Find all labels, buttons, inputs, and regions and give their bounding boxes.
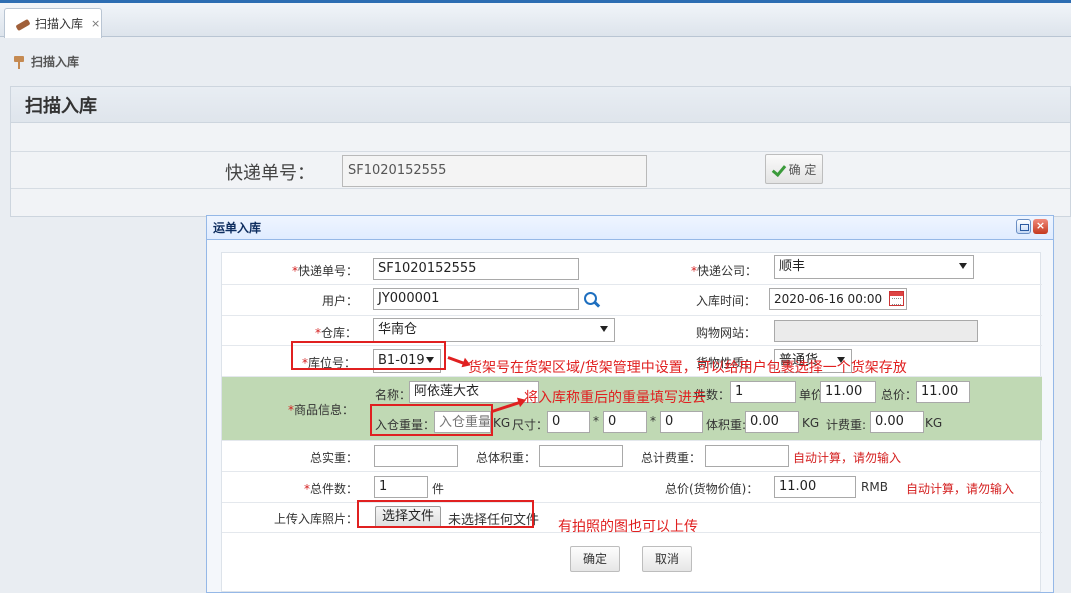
calendar-icon[interactable] (889, 291, 904, 306)
multiply-sign: * (650, 414, 656, 428)
dialog-form: *快递单号： SF1020152555 *快递公司： 顺丰 用户： JY0000… (221, 252, 1042, 592)
breadcrumb: 扫描入库 (12, 53, 79, 70)
package-icon (15, 17, 31, 31)
annotation-box-shelf (291, 341, 446, 370)
upload-photo-label: 上传入库照片： (274, 512, 359, 526)
volume-weight-input[interactable]: 0.00 (745, 411, 799, 433)
tab-label: 扫描入库 (35, 17, 84, 31)
express-company-label: *快递公司： (691, 264, 758, 278)
total-price-input[interactable]: 11.00 (916, 381, 970, 403)
dialog-title: 运单入库 (213, 221, 262, 235)
annotation-photo-note: 有拍照的图也可以上传 (558, 519, 698, 535)
check-icon (772, 163, 786, 175)
annotation-box-photo (357, 500, 534, 528)
dialog-tools: × (1016, 219, 1048, 234)
total-volume-weight-input[interactable] (539, 445, 623, 467)
kg-unit: KG (493, 416, 511, 430)
total-charge-weight-input[interactable] (705, 445, 789, 467)
chevron-down-icon (600, 326, 608, 332)
shop-site-label: 购物网站： (696, 326, 757, 340)
total-charge-weight-label: 总计费重： (641, 451, 702, 465)
auto-calc-note: 自动计算，请勿输入 (906, 482, 1015, 496)
annotation-shelf-note: 货架号在货架区域/货架管理中设置，可以给用户包裹选择一个货架存放 (468, 360, 907, 376)
tab-bar: 扫描入库 × (0, 0, 1071, 38)
kg-unit: KG (802, 416, 820, 430)
form-row: 用户： JY000001 入库时间： 2020-06-16 00:00 (222, 285, 1042, 316)
inbound-time-input[interactable]: 2020-06-16 00:00 (769, 288, 907, 310)
express-company-select[interactable]: 顺丰 (774, 255, 974, 279)
multiply-sign: * (593, 414, 599, 428)
warehouse-label: *仓库： (315, 326, 358, 340)
size-width-input[interactable]: 0 (603, 411, 647, 433)
breadcrumb-label: 扫描入库 (31, 55, 80, 69)
form-row: *快递单号： SF1020152555 *快递公司： 顺丰 (222, 253, 1042, 285)
form-row: 总实重： 总体积重： 总计费重： 自动计算，请勿输入 (222, 441, 1042, 472)
pieces-unit: 件 (432, 482, 445, 496)
scan-panel: 扫描入库 快递单号： SF1020152555 确 定 (10, 86, 1071, 217)
total-value-input[interactable]: 11.00 (774, 476, 856, 498)
form-row: *总件数： 1 件 总价(货物价值)： 11.00 RMB 自动计算，请勿输入 (222, 472, 1042, 503)
warehouse-select[interactable]: 华南仓 (373, 318, 615, 342)
page-title: 扫描入库 (25, 95, 97, 117)
cancel-button[interactable]: 取消 (642, 546, 692, 572)
total-pieces-label: *总件数： (304, 482, 359, 496)
tracking-number-input[interactable]: SF1020152555 (342, 155, 647, 187)
annotation-weight-note: 将入库称重后的重量填写进去 (524, 390, 706, 406)
total-value-label: 总价(货物价值)： (665, 482, 759, 496)
page-scrollbar[interactable] (1058, 217, 1071, 593)
auto-calc-note: 自动计算，请勿输入 (793, 451, 902, 465)
close-icon[interactable]: × (1033, 219, 1048, 234)
total-weight-label: 总实重： (310, 451, 359, 465)
unit-price-input[interactable]: 11.00 (820, 381, 876, 403)
search-icon[interactable] (584, 292, 600, 308)
charge-weight-input[interactable]: 0.00 (870, 411, 924, 433)
goods-info-label: *商品信息： (288, 403, 355, 417)
scan-confirm-label: 确 定 (788, 162, 817, 177)
tab-close-icon[interactable]: × (91, 17, 100, 30)
total-volume-weight-label: 总体积重： (476, 451, 537, 465)
size-height-input[interactable]: 0 (660, 411, 703, 433)
signpost-icon (12, 55, 26, 69)
inbound-time-label: 入库时间： (696, 294, 757, 308)
express-no-input[interactable]: SF1020152555 (373, 258, 579, 280)
rmb-unit: RMB (861, 480, 888, 494)
dialog-header: 运单入库 (207, 216, 1053, 240)
divider (11, 151, 1070, 152)
user-input[interactable]: JY000001 (373, 288, 579, 310)
scan-confirm-button[interactable]: 确 定 (765, 154, 823, 184)
chevron-down-icon (959, 263, 967, 269)
kg-unit: KG (925, 416, 943, 430)
total-pieces-input[interactable]: 1 (374, 476, 428, 498)
maximize-icon[interactable] (1016, 219, 1031, 234)
express-no-label: *快递单号： (292, 264, 359, 278)
ok-button[interactable]: 确定 (570, 546, 620, 572)
total-weight-input[interactable] (374, 445, 458, 467)
annotation-box-weight (370, 404, 493, 436)
total-price-label: 总价： (881, 388, 918, 402)
charge-weight-label: 计费重: (826, 418, 867, 432)
size-label: 尺寸： (512, 418, 549, 432)
shop-site-input[interactable] (774, 320, 978, 342)
tab-scan-inbound[interactable]: 扫描入库 × (4, 8, 102, 38)
volume-weight-label: 体积重: (706, 418, 747, 432)
page-header: 扫描入库 (11, 87, 1070, 123)
divider (11, 188, 1070, 189)
tracking-number-label: 快递单号： (225, 163, 315, 184)
goods-count-input[interactable]: 1 (730, 381, 796, 403)
size-length-input[interactable]: 0 (547, 411, 590, 433)
goods-name-label: 名称： (375, 388, 412, 402)
user-label: 用户： (322, 294, 359, 308)
